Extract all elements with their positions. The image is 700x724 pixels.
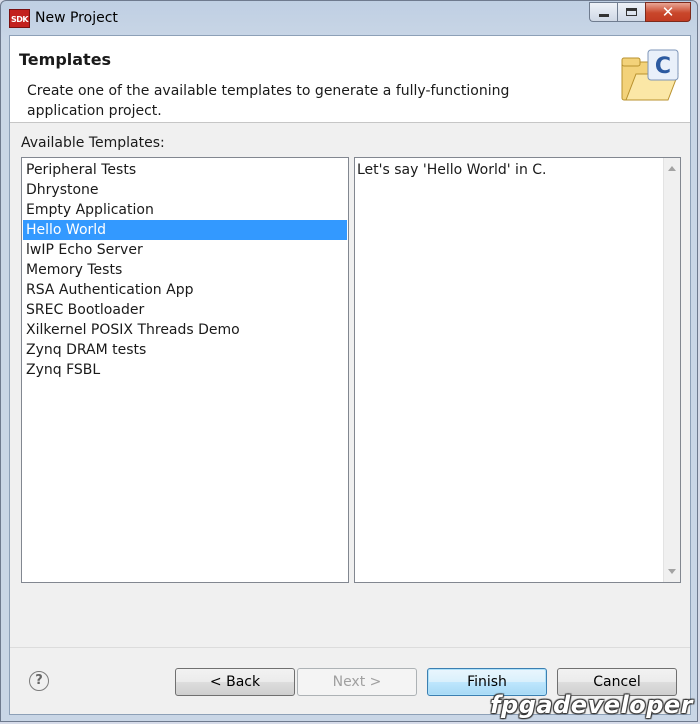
title-bar[interactable]: SDK New Project ✕	[1, 1, 697, 35]
page-description: Create one of the available templates to…	[27, 83, 510, 119]
dialog-body: Templates Create one of the available te…	[9, 35, 691, 715]
next-button: Next >	[297, 668, 417, 696]
window-title: New Project	[35, 10, 118, 26]
back-button[interactable]: < Back	[175, 668, 295, 696]
template-description: Let's say 'Hello World' in C.	[357, 162, 547, 178]
page-title: Templates	[19, 50, 112, 69]
window-controls: ✕	[589, 2, 691, 24]
template-item[interactable]: Memory Tests	[23, 260, 347, 280]
templates-list[interactable]: Peripheral Tests Dhrystone Empty Applicati…	[21, 157, 349, 583]
scroll-down-icon[interactable]	[668, 569, 676, 574]
description-scrollbar[interactable]	[663, 158, 680, 582]
template-item[interactable]: Peripheral Tests	[23, 160, 347, 180]
scroll-up-icon[interactable]	[668, 166, 676, 171]
close-button[interactable]: ✕	[645, 2, 691, 22]
template-description-pane: Let's say 'Hello World' in C.	[354, 157, 681, 583]
sdk-app-icon: SDK	[9, 9, 30, 28]
template-item[interactable]: SREC Bootloader	[23, 300, 347, 320]
svg-text:C: C	[655, 54, 671, 79]
button-separator	[10, 647, 690, 648]
minimize-button[interactable]	[589, 2, 617, 22]
available-templates-label: Available Templates:	[21, 135, 165, 151]
close-icon: ✕	[661, 2, 675, 21]
template-item[interactable]: RSA Authentication App	[23, 280, 347, 300]
new-project-dialog: SDK New Project ✕ Templates Create one o…	[0, 0, 698, 722]
minimize-icon	[598, 13, 609, 17]
template-item[interactable]: lwIP Echo Server	[23, 240, 347, 260]
template-item[interactable]: Dhrystone	[23, 180, 347, 200]
watermark: fpgadeveloper	[490, 691, 693, 719]
template-item[interactable]: Hello World	[23, 220, 347, 240]
wizard-banner: Templates Create one of the available te…	[10, 36, 690, 123]
maximize-icon	[626, 8, 637, 16]
help-button[interactable]: ?	[29, 671, 49, 691]
template-item[interactable]: Zynq FSBL	[23, 360, 347, 380]
c-project-folder-icon: C	[621, 49, 679, 101]
template-item[interactable]: Zynq DRAM tests	[23, 340, 347, 360]
template-item[interactable]: Empty Application	[23, 200, 347, 220]
template-item[interactable]: Xilkernel POSIX Threads Demo	[23, 320, 347, 340]
maximize-button[interactable]	[617, 2, 645, 22]
